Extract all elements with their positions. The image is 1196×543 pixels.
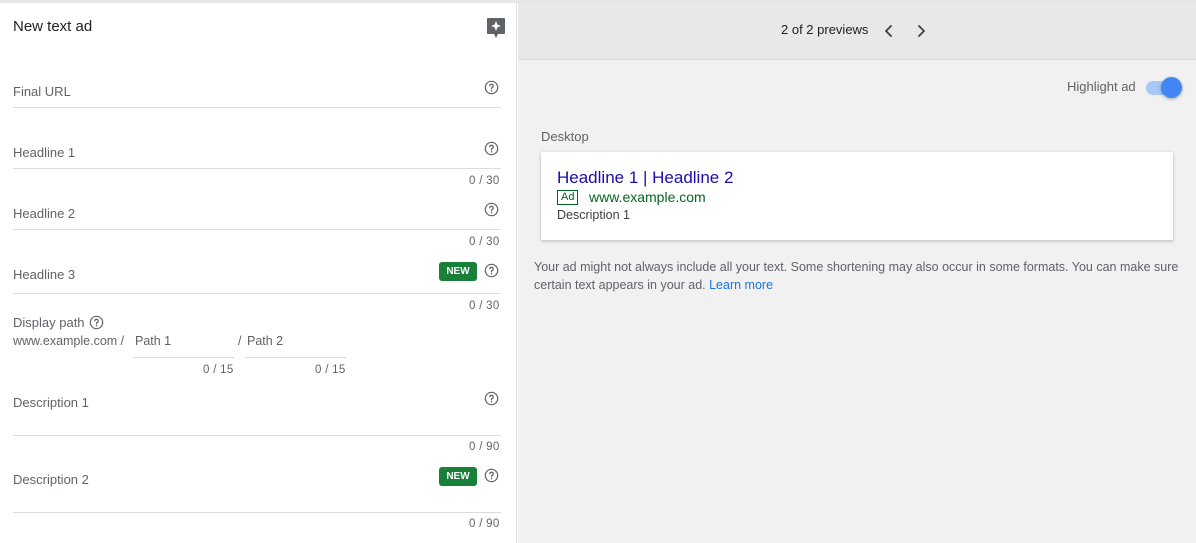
description1-counter: 0 / 90 bbox=[469, 441, 500, 453]
description1-label: Description 1 bbox=[13, 395, 89, 410]
description1-input[interactable] bbox=[13, 435, 501, 436]
help-circle-icon bbox=[484, 202, 499, 217]
ad-assist-button[interactable] bbox=[486, 17, 506, 39]
headline1-label: Headline 1 bbox=[13, 145, 76, 160]
final-url-help-icon[interactable] bbox=[484, 80, 499, 100]
final-url-input[interactable] bbox=[13, 107, 501, 108]
chevron-left-icon bbox=[885, 25, 892, 37]
prev-preview-button[interactable] bbox=[880, 22, 898, 40]
ad-headline: Headline 1 | Headline 2 bbox=[557, 168, 734, 187]
toggle-thumb bbox=[1161, 77, 1182, 98]
final-url-label: Final URL bbox=[13, 84, 71, 99]
path2-counter: 0 / 15 bbox=[315, 364, 346, 376]
sparkle-assist-icon bbox=[487, 18, 505, 38]
ad-description: Description 1 bbox=[557, 208, 630, 222]
headline1-input[interactable] bbox=[13, 168, 501, 169]
form-title: New text ad bbox=[13, 18, 93, 35]
headline1-counter: 0 / 30 bbox=[469, 175, 500, 187]
ad-editor: New text ad Final URL Headline 1 0 / 30 … bbox=[0, 0, 1196, 543]
ad-preview-panel: 2 of 2 previews Highlight ad Desktop Hea… bbox=[518, 3, 1196, 543]
ad-form-panel: New text ad Final URL Headline 1 0 / 30 … bbox=[0, 3, 517, 543]
help-circle-icon bbox=[484, 391, 499, 406]
description2-label: Description 2 bbox=[13, 472, 89, 487]
preview-disclaimer: Your ad might not always include all you… bbox=[534, 258, 1184, 294]
headline3-input[interactable] bbox=[13, 293, 501, 294]
preview-count: 2 of 2 previews bbox=[781, 22, 869, 37]
headline2-help-icon[interactable] bbox=[484, 202, 499, 222]
description2-help-icon[interactable] bbox=[484, 468, 499, 488]
ad-display-url: www.example.com bbox=[589, 189, 706, 205]
preview-header: 2 of 2 previews bbox=[518, 3, 1196, 60]
learn-more-link[interactable]: Learn more bbox=[709, 278, 773, 292]
headline2-input[interactable] bbox=[13, 229, 501, 230]
help-circle-icon bbox=[484, 468, 499, 483]
headline3-new-badge: NEW bbox=[439, 262, 477, 281]
help-circle-icon bbox=[484, 263, 499, 278]
headline3-help-icon[interactable] bbox=[484, 263, 499, 283]
description1-help-icon[interactable] bbox=[484, 391, 499, 411]
headline3-counter: 0 / 30 bbox=[469, 300, 500, 312]
device-label: Desktop bbox=[541, 129, 589, 144]
description2-input[interactable] bbox=[13, 512, 501, 513]
next-preview-button[interactable] bbox=[912, 22, 930, 40]
path-separator: / bbox=[238, 334, 242, 348]
ad-label-badge: Ad bbox=[557, 190, 579, 205]
help-circle-icon bbox=[484, 80, 499, 95]
path2-input[interactable] bbox=[245, 357, 346, 358]
display-path-domain: www.example.com / bbox=[13, 334, 125, 348]
headline3-label: Headline 3 bbox=[13, 267, 76, 282]
headline1-help-icon[interactable] bbox=[484, 141, 499, 161]
description2-new-badge: NEW bbox=[439, 467, 477, 486]
help-circle-icon bbox=[89, 315, 104, 330]
display-path-help-icon[interactable] bbox=[89, 315, 104, 335]
disclaimer-text: Your ad might not always include all you… bbox=[534, 260, 1179, 292]
help-circle-icon bbox=[484, 141, 499, 156]
path1-input[interactable] bbox=[133, 357, 234, 358]
path1-placeholder: Path 1 bbox=[135, 334, 172, 348]
path1-counter: 0 / 15 bbox=[203, 364, 234, 376]
path2-placeholder: Path 2 bbox=[247, 334, 284, 348]
highlight-ad-label: Highlight ad bbox=[1067, 79, 1136, 94]
headline2-label: Headline 2 bbox=[13, 206, 76, 221]
headline2-counter: 0 / 30 bbox=[469, 236, 500, 248]
display-path-label: Display path bbox=[13, 315, 85, 330]
description2-counter: 0 / 90 bbox=[469, 518, 500, 530]
chevron-right-icon bbox=[918, 25, 925, 37]
highlight-ad-toggle[interactable] bbox=[1144, 76, 1182, 98]
ad-preview-card: Headline 1 | Headline 2 Ad www.example.c… bbox=[541, 152, 1173, 240]
